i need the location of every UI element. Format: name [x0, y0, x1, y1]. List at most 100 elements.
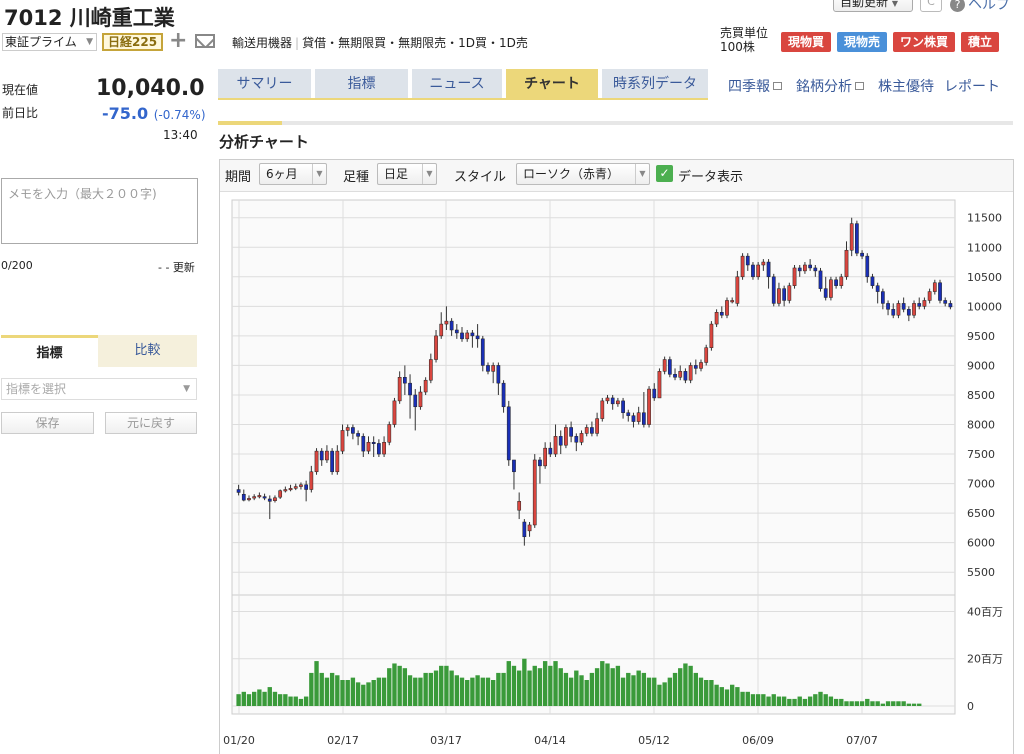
candle-body [257, 495, 262, 498]
link-benefits[interactable]: 株主優待 [878, 76, 934, 96]
volume-bar [626, 672, 631, 706]
volume-bar [439, 665, 444, 706]
volume-bar [724, 689, 730, 706]
candle-body [641, 412, 646, 425]
candle-body [948, 303, 953, 308]
period-select[interactable]: 6ヶ月 ▼ [259, 163, 327, 185]
help-label: ヘルプ [968, 0, 1010, 13]
candle-body [652, 388, 657, 399]
mail-icon[interactable] [195, 34, 215, 48]
tab-indicators[interactable]: 指標 [315, 69, 408, 99]
tab-timeseries[interactable]: 時系列データ [602, 69, 708, 99]
price-label: 現在値 [2, 83, 39, 97]
reset-button[interactable]: 元に戻す [105, 412, 197, 434]
candle-body [621, 400, 625, 413]
tab-compare[interactable]: 比較 [98, 335, 197, 367]
indicator-select[interactable]: 指標を選択 ▼ [1, 378, 197, 400]
external-link-icon [855, 82, 864, 90]
candle-body [927, 291, 932, 301]
spot-sell-button[interactable]: 現物売 [837, 32, 887, 52]
volume-bar [662, 682, 667, 706]
candle-body [751, 264, 755, 278]
volume-bar [839, 698, 844, 706]
candle-body [252, 496, 257, 499]
one-share-buy-button[interactable]: ワン株買 [893, 32, 955, 52]
volume-bar [537, 668, 543, 706]
candle-body [449, 320, 454, 331]
price-tick-label: 6500 [967, 507, 995, 520]
candle-body [730, 300, 735, 303]
auto-update-select[interactable]: 自動更新 ▼ [833, 0, 913, 12]
tab-indicator[interactable]: 指標 [1, 335, 98, 367]
tab-chart[interactable]: チャート [506, 69, 598, 99]
save-button[interactable]: 保存 [1, 412, 94, 434]
candle-body [740, 255, 745, 278]
change-percent: (-0.74%) [153, 108, 206, 122]
candle-body [704, 347, 709, 363]
candle-body [584, 427, 589, 434]
accumulate-button[interactable]: 積立 [961, 32, 999, 52]
price-tick-label: 9500 [967, 330, 995, 343]
volume-bar [236, 694, 241, 706]
volume-bar [506, 661, 511, 706]
volume-bar [402, 668, 408, 706]
volume-bar [511, 665, 517, 706]
style-value: ローソク（赤青） [523, 167, 620, 181]
date-tick-label: 06/09 [742, 734, 774, 747]
tab-news[interactable]: ニュース [412, 69, 502, 99]
volume-bar [709, 680, 714, 706]
candle-body [761, 261, 766, 266]
data-display-checkbox[interactable]: ✓ [656, 165, 673, 182]
memo-count: 0/200 [1, 259, 33, 272]
candle-body [496, 365, 501, 384]
indicator-placeholder: 指標を選択 [6, 382, 67, 396]
volume-bar [844, 701, 849, 706]
style-select[interactable]: ローソク（赤青） ▼ [516, 163, 650, 185]
volume-bar [262, 691, 267, 706]
candle-body [267, 498, 272, 502]
link-shikiho[interactable]: 四季報 [728, 76, 782, 96]
price-tick-label: 11500 [967, 212, 1002, 225]
volume-bar [657, 684, 662, 706]
refresh-button[interactable]: C [920, 0, 942, 12]
candle-body [834, 279, 838, 286]
candle-body [538, 459, 542, 467]
date-tick-label: 01/20 [223, 734, 255, 747]
memo-input[interactable]: メモを入力（最大２００字) [1, 178, 198, 244]
candle-body [288, 488, 293, 491]
volume-bar [641, 672, 647, 706]
volume-bar [366, 682, 371, 706]
candle-body [922, 300, 927, 307]
candle-body [501, 382, 506, 408]
candle-body [314, 450, 319, 473]
volume-bar [345, 680, 350, 706]
date-tick-label: 04/14 [534, 734, 566, 747]
market-select[interactable]: 東証プライム ▼ [2, 33, 97, 51]
candlestick-chart[interactable]: 5500 6000 6500 7000 7500 8000 8500 9000 9500 1000… [220, 192, 1013, 754]
volume-bar [371, 680, 376, 706]
candle-body [569, 427, 573, 437]
volume-bar [797, 696, 802, 706]
candle-body [860, 252, 864, 257]
link-report[interactable]: レポート [944, 76, 1000, 96]
volume-bar [620, 677, 626, 706]
add-watchlist-icon[interactable]: + [169, 28, 187, 53]
volume-bar [293, 696, 298, 706]
volume-bar [324, 677, 330, 706]
tab-summary[interactable]: サマリー [218, 69, 311, 99]
help-link[interactable]: ? ヘルプ [950, 0, 1010, 14]
volume-bar [303, 696, 309, 706]
volume-bar [600, 661, 605, 706]
volume-bar [381, 677, 387, 706]
volume-bar [459, 677, 465, 706]
candle-body [558, 436, 563, 446]
volume-bar [870, 701, 875, 706]
memo-update-link[interactable]: - - 更新 [158, 259, 195, 275]
price-tick-label: 8500 [967, 389, 995, 402]
link-analysis[interactable]: 銘柄分析 [796, 76, 864, 96]
spot-buy-button[interactable]: 現物買 [781, 32, 831, 52]
foot-select[interactable]: 日足 ▼ [377, 163, 437, 185]
candle-body [522, 521, 527, 538]
candle-body [423, 379, 428, 393]
volume-bar [917, 703, 922, 706]
